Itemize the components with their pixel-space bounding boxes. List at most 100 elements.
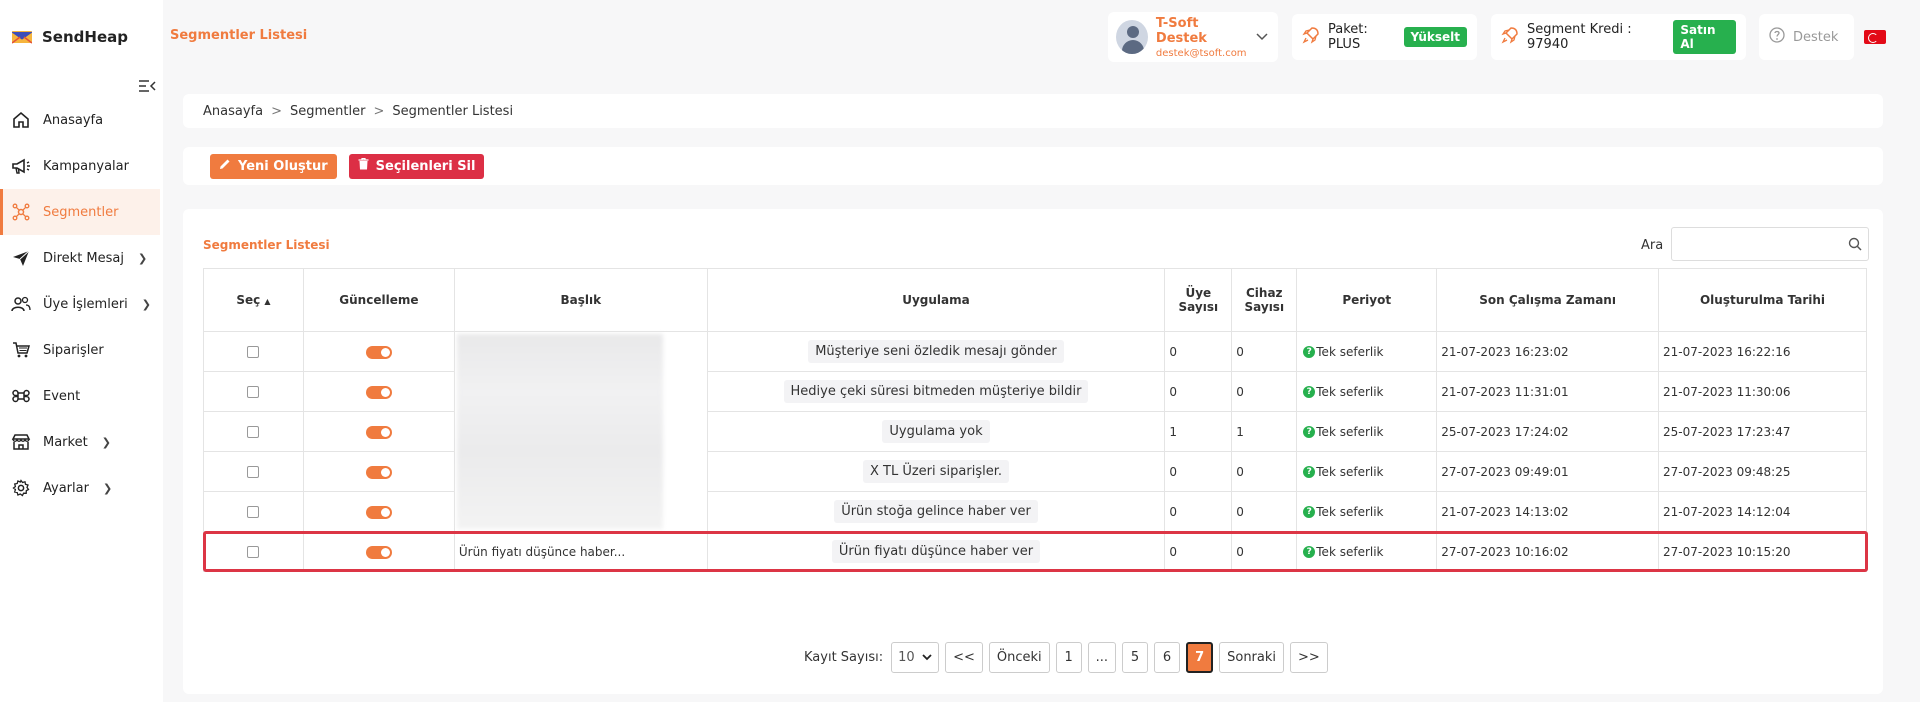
- row-checkbox[interactable]: [247, 346, 260, 358]
- select-cell: [203, 371, 304, 412]
- sidebar-item-segmentler[interactable]: Segmentler: [0, 189, 160, 235]
- update-toggle[interactable]: [365, 505, 392, 519]
- next-page-button[interactable]: Sonraki: [1219, 641, 1285, 673]
- sidebar-item-label: Event: [43, 388, 81, 404]
- last-run-cell: 27-07-2023 10:16:02: [1436, 531, 1660, 572]
- row-checkbox[interactable]: [247, 466, 260, 478]
- breadcrumb-separator: >: [373, 103, 385, 119]
- sidebar-item-uye-islemleri[interactable]: Üye İşlemleri ❯: [0, 281, 160, 327]
- row-checkbox[interactable]: [247, 506, 260, 518]
- app-pill: Hediye çeki süresi bitmeden müşteriye bi…: [783, 380, 1089, 403]
- sidebar-item-kampanyalar[interactable]: Kampanyalar: [0, 143, 160, 189]
- select-cell: [203, 331, 304, 372]
- chevron-right-icon: ❯: [101, 435, 111, 449]
- table-row: Uygulama yok 1 1? Tek seferlik 25-07-2023 17…: [203, 411, 1867, 452]
- members-cell: 0: [1164, 531, 1233, 572]
- column-header-select[interactable]: Seç ▲: [203, 268, 304, 332]
- app-pill: Müşteriye seni özledik mesajı gönder: [808, 340, 1064, 363]
- previous-page-button[interactable]: Önceki: [988, 641, 1050, 673]
- search-input[interactable]: [1672, 228, 1842, 260]
- row-checkbox[interactable]: [247, 386, 260, 398]
- update-toggle[interactable]: [365, 425, 392, 439]
- delete-button-label: Seçilenleri Sil: [375, 158, 476, 174]
- page-title: Segmentler Listesi: [170, 28, 308, 43]
- app-cell: Hediye çeki süresi bitmeden müşteriye bi…: [706, 371, 1166, 412]
- title-cell-redacted: [453, 331, 708, 532]
- breadcrumb-separator: >: [271, 103, 282, 119]
- first-page-button[interactable]: <<: [945, 641, 983, 673]
- sidebar: SendHeap Anasayfa Kampanyalar Segmentler: [0, 0, 163, 702]
- created-cell: 27-07-2023 10:15:20: [1658, 531, 1867, 572]
- create-button[interactable]: Yeni Oluştur: [210, 153, 337, 179]
- chevron-down-icon: [1256, 30, 1268, 44]
- sidebar-item-siparisler[interactable]: Siparişler: [0, 327, 160, 373]
- period-cell: ? Tek seferlik: [1296, 491, 1438, 532]
- members-cell: 0: [1164, 491, 1233, 532]
- last-run-cell: 25-07-2023 17:24:02: [1436, 411, 1660, 452]
- page-button[interactable]: 6: [1154, 641, 1181, 673]
- segment-list-card: Segmentler Listesi Ara Seç ▲ Güncelleme …: [183, 209, 1883, 694]
- column-header-created: Oluşturulma Tarihi: [1658, 268, 1867, 332]
- row-checkbox[interactable]: [247, 426, 260, 438]
- last-page-button[interactable]: >>: [1290, 641, 1328, 673]
- redacted-block: [456, 334, 663, 529]
- sidebar-item-market[interactable]: Market ❯: [0, 419, 160, 465]
- devices-cell: 0: [1231, 531, 1298, 572]
- send-icon: [11, 248, 31, 268]
- devices-cell: 1: [1231, 411, 1298, 452]
- members-cell: 1: [1164, 411, 1233, 452]
- page-button[interactable]: 1: [1055, 641, 1082, 673]
- created-cell: 21-07-2023 14:12:04: [1658, 491, 1867, 532]
- column-header-title: Başlık: [453, 268, 708, 332]
- user-menu[interactable]: T-Soft Destek destek@tsoft.com: [1108, 12, 1278, 62]
- support-button[interactable]: Destek: [1759, 14, 1854, 60]
- update-toggle[interactable]: [365, 545, 392, 559]
- app-pill: Ürün fiyatı düşünce haber ver: [831, 540, 1041, 563]
- update-toggle[interactable]: [365, 465, 392, 479]
- sidebar-item-label: Siparişler: [43, 342, 104, 358]
- table-row: Müşteriye seni özledik mesajı gönder 0 0? T…: [203, 331, 1867, 532]
- sidebar-item-ayarlar[interactable]: Ayarlar ❯: [0, 465, 160, 511]
- created-cell: 27-07-2023 09:48:25: [1658, 451, 1867, 492]
- period-label: Tek seferlik: [1316, 424, 1384, 439]
- rocket-icon: [1302, 26, 1320, 48]
- page-button-current[interactable]: 7: [1186, 641, 1214, 673]
- last-run-cell: 21-07-2023 11:31:01: [1436, 371, 1660, 412]
- sidebar-item-anasayfa[interactable]: Anasayfa: [0, 97, 160, 143]
- sidebar-item-label: Kampanyalar: [43, 158, 129, 174]
- update-cell: [302, 331, 455, 372]
- sidebar-nav: Anasayfa Kampanyalar Segmentler Direkt M…: [0, 97, 160, 511]
- update-cell: [302, 411, 455, 452]
- sidebar-collapse-button[interactable]: [136, 76, 158, 96]
- breadcrumb-segments[interactable]: Segmentler: [290, 104, 365, 119]
- search-icon[interactable]: [1848, 237, 1862, 255]
- turkish-flag-icon[interactable]: [1864, 30, 1886, 44]
- column-header-devices: Cihaz Sayısı: [1231, 268, 1298, 332]
- users-icon: [11, 294, 31, 314]
- buy-button[interactable]: Satın Al: [1673, 20, 1736, 54]
- chevron-down-icon: [922, 650, 932, 665]
- period-cell: ? Tek seferlik: [1296, 411, 1438, 452]
- search-label: Ara: [1641, 238, 1664, 253]
- table-row: Ürün fiyatı düşünce haber... Ürün fiyatı …: [203, 531, 1867, 572]
- delete-selected-button[interactable]: Seçilenleri Sil: [348, 153, 485, 179]
- breadcrumb-home[interactable]: Anasayfa: [203, 104, 263, 119]
- row-checkbox[interactable]: [247, 546, 260, 558]
- period-label: Tek seferlik: [1316, 544, 1384, 559]
- upgrade-button[interactable]: Yükselt: [1403, 27, 1467, 47]
- select-cell: [203, 451, 304, 492]
- period-label: Tek seferlik: [1316, 344, 1384, 359]
- page-size-select[interactable]: 10: [891, 641, 940, 673]
- table-row: Hediye çeki süresi bitmeden müşteriye bi…: [203, 371, 1867, 412]
- brand[interactable]: SendHeap: [11, 24, 128, 50]
- select-cell: [203, 491, 304, 532]
- sidebar-item-direkt-mesaj[interactable]: Direkt Mesaj ❯: [0, 235, 160, 281]
- page-button[interactable]: 5: [1122, 641, 1149, 673]
- column-header-period: Periyot: [1296, 268, 1438, 332]
- sidebar-item-event[interactable]: Event: [0, 373, 160, 419]
- column-header-update: Güncelleme: [302, 268, 455, 332]
- update-toggle[interactable]: [365, 385, 392, 399]
- page-size-label: Kayıt Sayısı:: [804, 649, 884, 665]
- last-run-cell: 21-07-2023 16:23:02: [1436, 331, 1660, 372]
- update-toggle[interactable]: [365, 345, 392, 359]
